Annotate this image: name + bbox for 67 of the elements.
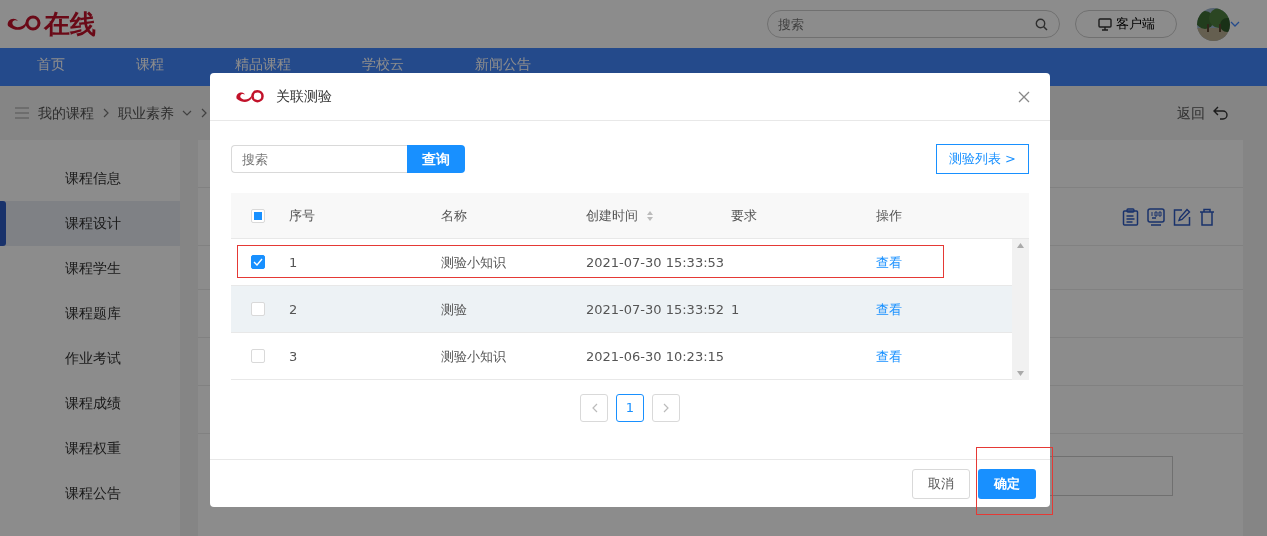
- column-header: 创建时间: [586, 207, 638, 225]
- sort-icon[interactable]: [646, 209, 654, 222]
- view-link[interactable]: 查看: [876, 348, 902, 364]
- dialog-title: 关联测验: [276, 87, 332, 106]
- sidebar-item[interactable]: 课程学生: [0, 246, 180, 291]
- caret-icon[interactable]: [182, 109, 192, 117]
- column-header: 操作: [876, 207, 902, 225]
- column-header: 要求: [731, 207, 757, 225]
- monitor-icon: [1097, 17, 1112, 31]
- nav-link[interactable]: 学校云: [362, 57, 404, 71]
- nav-link[interactable]: 课程: [136, 57, 164, 71]
- caret-icon[interactable]: [1230, 20, 1240, 28]
- chevron-left-icon[interactable]: [590, 403, 598, 413]
- table-cell: 1: [289, 254, 298, 270]
- sidebar-item[interactable]: 课程权重: [0, 426, 180, 471]
- scroll-up-icon[interactable]: [1017, 243, 1024, 248]
- table-cell: 1: [731, 301, 740, 317]
- sidebar-item[interactable]: 课程设计: [0, 201, 180, 246]
- sidebar-item[interactable]: 作业考试: [0, 336, 180, 381]
- client-button[interactable]: 客户端: [1075, 10, 1177, 38]
- scroll-down-icon[interactable]: [1017, 371, 1024, 376]
- edit-icon[interactable]: [1173, 207, 1191, 226]
- previous-page-button[interactable]: [580, 394, 608, 422]
- sidebar-item[interactable]: 课程公告: [0, 471, 180, 516]
- sidebar-item[interactable]: 课程成绩: [0, 381, 180, 426]
- sidebar-item[interactable]: 课程信息: [0, 156, 180, 201]
- view-link[interactable]: 查看: [876, 254, 902, 270]
- trash-icon[interactable]: [1199, 207, 1215, 226]
- table-cell: 3: [289, 348, 298, 364]
- breadcrumb-link[interactable]: 我的课程: [38, 102, 94, 124]
- table-cell: 2021-07-30 15:33:53: [586, 254, 725, 270]
- confirm-button[interactable]: 确定: [978, 468, 1036, 499]
- sidebar-item[interactable]: 课程题库: [0, 291, 180, 336]
- search-icon[interactable]: [1035, 18, 1048, 31]
- logo-text: 在线: [44, 11, 96, 37]
- table-cell: 测验: [441, 301, 467, 317]
- table-cell: 2021-06-30 10:23:15: [586, 348, 725, 364]
- select-all-checkbox[interactable]: [251, 208, 265, 223]
- table-cell: 2021-07-30 15:33:52: [586, 301, 725, 317]
- view-link[interactable]: 查看: [876, 301, 902, 317]
- page-button[interactable]: 1: [616, 394, 644, 422]
- clipboard-icon[interactable]: [1122, 207, 1139, 226]
- menu-icon[interactable]: [14, 107, 30, 119]
- search-button[interactable]: 查询: [407, 145, 465, 173]
- chevron-icon: [102, 108, 110, 118]
- cancel-button[interactable]: 取消: [912, 468, 970, 499]
- back-link[interactable]: 返回: [1177, 102, 1205, 124]
- nav-link[interactable]: 新闻公告: [475, 57, 531, 71]
- nav-link[interactable]: 首页: [37, 57, 65, 71]
- quiz-list-button[interactable]: 测验列表 >: [935, 144, 1029, 174]
- chevron-right-icon[interactable]: [662, 403, 670, 413]
- breadcrumb-link[interactable]: 职业素养: [118, 102, 174, 124]
- monitor-icon[interactable]: [1147, 207, 1165, 226]
- scrollbar[interactable]: [1012, 239, 1029, 380]
- row-checkbox[interactable]: [251, 255, 265, 269]
- close-icon[interactable]: [1018, 90, 1030, 103]
- table-cell: 2: [289, 301, 298, 317]
- table-cell: 测验小知识: [441, 254, 506, 270]
- search-field[interactable]: 搜索: [231, 145, 407, 173]
- next-page-button[interactable]: [652, 394, 680, 422]
- search-field[interactable]: 搜索: [767, 10, 1060, 38]
- nav-link[interactable]: 精品课程: [235, 57, 291, 71]
- chevron-icon: [200, 108, 208, 118]
- table-cell: 测验小知识: [441, 348, 506, 364]
- return-icon[interactable]: [1213, 106, 1229, 120]
- column-header: 名称: [441, 207, 467, 225]
- column-header: 序号: [289, 207, 315, 225]
